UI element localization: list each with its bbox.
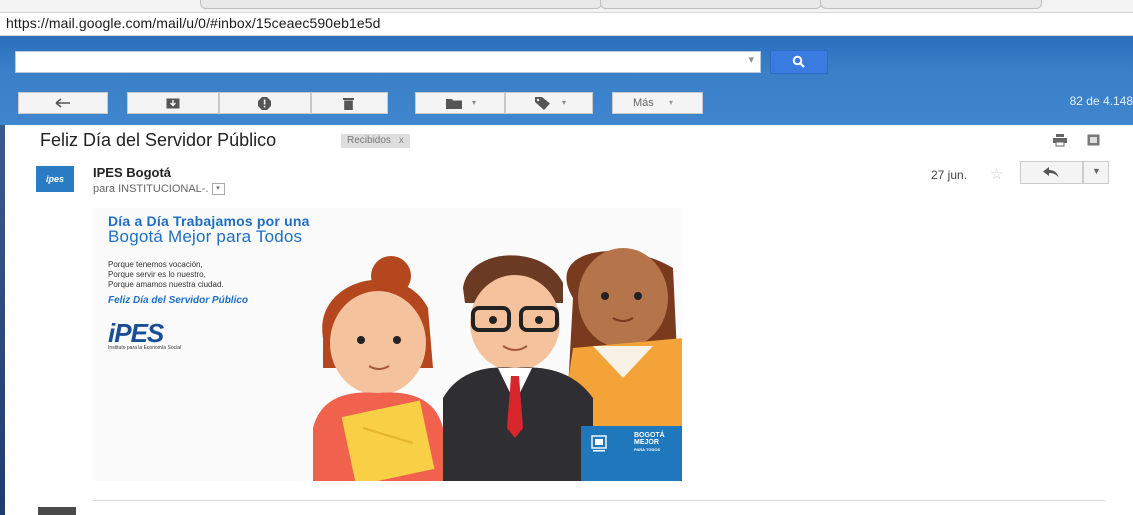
search-input[interactable]: ▾	[15, 51, 761, 73]
report-spam-button[interactable]	[219, 92, 311, 114]
browser-tab-strip	[0, 0, 1133, 13]
window-edge	[0, 125, 5, 515]
browser-tab[interactable]	[600, 0, 822, 9]
address-bar[interactable]: https://mail.google.com/mail/u/0/#inbox/…	[0, 13, 1133, 36]
more-actions-button[interactable]: Más ▾	[612, 92, 703, 114]
label-icon	[535, 97, 550, 110]
back-arrow-icon	[55, 98, 70, 108]
archive-icon	[166, 98, 180, 109]
folder-icon	[446, 99, 462, 109]
next-message-avatar	[38, 507, 76, 515]
banner-greeting: Feliz Día del Servidor Público	[108, 295, 249, 306]
search-options-dropdown-icon[interactable]: ▾	[748, 53, 754, 66]
browser-tab[interactable]	[820, 0, 1042, 9]
recipients-text: para INSTITUCIONAL-.	[93, 183, 209, 195]
back-button[interactable]	[18, 92, 108, 114]
footer-logo-line: MEJOR	[634, 439, 659, 446]
chevron-down-icon: ▼	[1092, 166, 1101, 176]
remove-label-icon[interactable]: x	[399, 135, 404, 146]
message-date: 27 jun.	[931, 168, 968, 182]
footer-logo-line: PARA TODOS	[634, 447, 661, 452]
chevron-down-icon: ▾	[472, 98, 477, 107]
banner-line: Porque amamos nuestra ciudad.	[108, 280, 224, 289]
url-text[interactable]: https://mail.google.com/mail/u/0/#inbox/…	[6, 15, 381, 31]
reply-button[interactable]	[1020, 161, 1083, 184]
bogota-mejor-logo: BOGOTÁ MEJOR PARA TODOS	[634, 432, 665, 453]
gmail-header: ▾ ▾ ▾ Más ▾ 82 de 4.148	[0, 36, 1133, 125]
new-window-icon[interactable]	[1087, 134, 1100, 146]
print-icon[interactable]	[1053, 134, 1067, 147]
trash-icon	[343, 98, 354, 110]
banner-title-line2: Bogotá Mejor para Todos	[108, 227, 303, 246]
sender-avatar: ipes	[36, 166, 74, 192]
label-chip-text: Recibidos	[347, 135, 391, 146]
recipients: para INSTITUCIONAL-. ▾	[93, 183, 225, 196]
labels-button[interactable]: ▾	[505, 92, 593, 114]
archive-button[interactable]	[127, 92, 219, 114]
more-label: Más	[633, 97, 654, 109]
chevron-down-icon: ▾	[562, 98, 567, 107]
message-counter: 82 de 4.148	[1069, 94, 1133, 108]
banner-line: Porque servir es lo nuestro,	[108, 270, 206, 279]
ipes-logo-subtitle: Instituto para la Economía Social	[108, 345, 182, 351]
chevron-down-icon: ▾	[669, 98, 674, 107]
email-subject: Feliz Día del Servidor Público	[40, 130, 277, 150]
inbox-label-chip[interactable]: Recibidos x	[341, 134, 410, 148]
search-button[interactable]	[770, 50, 828, 74]
email-banner-image: Día a Día Trabajamos por una Bogotá Mejo…	[93, 208, 682, 481]
star-icon[interactable]: ☆	[990, 165, 1003, 183]
more-reply-options-button[interactable]: ▼	[1083, 161, 1109, 184]
move-to-button[interactable]: ▾	[415, 92, 505, 114]
browser-tab[interactable]	[200, 0, 602, 9]
sender-name[interactable]: IPES Bogotá	[93, 165, 171, 180]
bogota-seal-icon	[591, 435, 607, 452]
message-divider	[93, 500, 1105, 501]
banner-text-lines: Porque tenemos vocación, Porque servir e…	[108, 260, 224, 290]
report-spam-icon	[258, 97, 271, 110]
footer-logo-line: BOGOTÁ	[634, 432, 665, 439]
delete-button[interactable]	[311, 92, 388, 114]
banner-line: Porque tenemos vocación,	[108, 260, 203, 269]
show-details-icon[interactable]: ▾	[211, 183, 225, 196]
search-icon	[792, 55, 805, 68]
reply-icon	[1043, 167, 1059, 178]
